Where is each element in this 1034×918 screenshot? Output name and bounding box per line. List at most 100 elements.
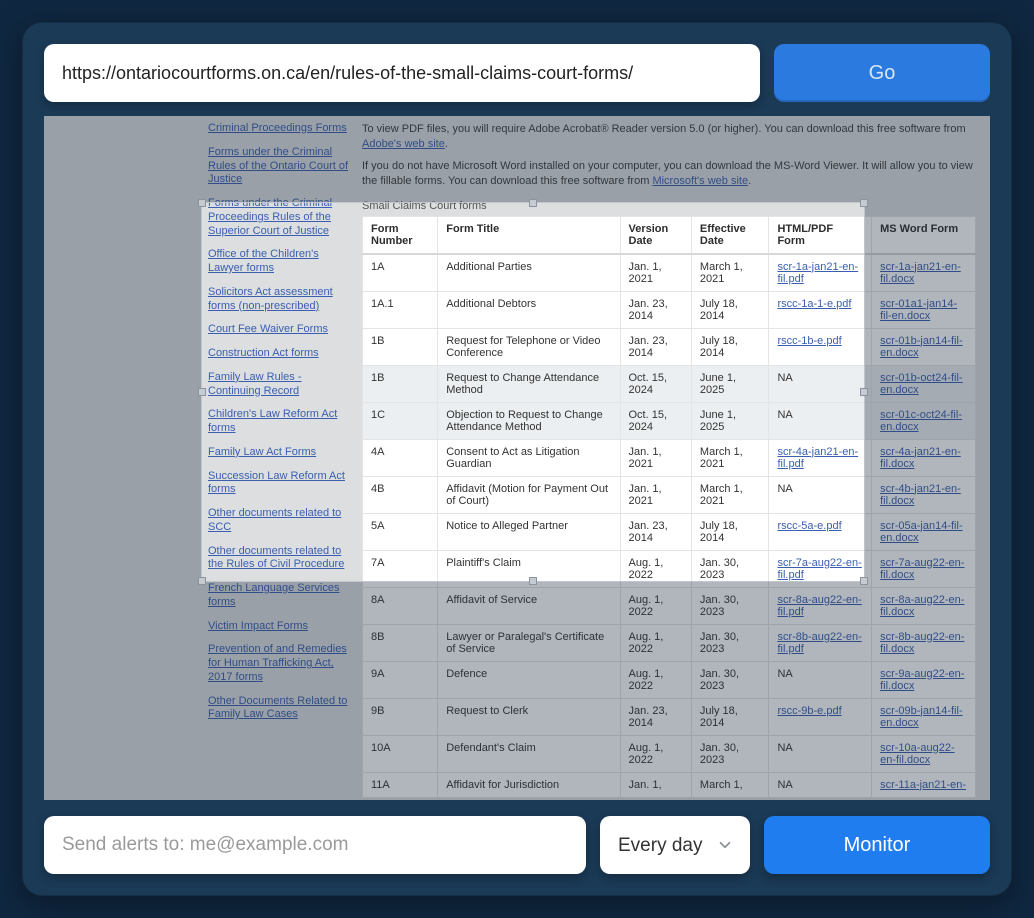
microsoft-link[interactable]: Microsoft's web site bbox=[652, 175, 748, 187]
word-link[interactable]: scr-01b-jan14-fil-en.docx bbox=[880, 335, 963, 359]
table-row: 4BAffidavit (Motion for Payment Out of C… bbox=[363, 476, 976, 513]
word-link[interactable]: scr-01a1-jan14-fil-en.docx bbox=[880, 298, 957, 322]
sidebar-link[interactable]: Children's Law Reform Act forms bbox=[208, 408, 348, 436]
table-row: 8AAffidavit of ServiceAug. 1, 2022Jan. 3… bbox=[363, 587, 976, 624]
word-link[interactable]: scr-10a-aug22-en-fil.docx bbox=[880, 742, 955, 766]
sidebar-link[interactable]: Family Law Rules - Continuing Record bbox=[208, 371, 348, 399]
cell-pdf: NA bbox=[769, 772, 872, 797]
cell-version-date: Aug. 1, 2022 bbox=[620, 661, 691, 698]
word-link[interactable]: scr-9a-aug22-en-fil.docx bbox=[880, 668, 964, 692]
adobe-link[interactable]: Adobe's web site bbox=[362, 138, 445, 150]
cell-form-title: Additional Parties bbox=[438, 254, 620, 292]
main-panel: Go Criminal Proceedings Forms Forms under… bbox=[22, 22, 1012, 896]
cell-form-number: 8A bbox=[363, 587, 438, 624]
cell-form-title: Additional Debtors bbox=[438, 291, 620, 328]
cell-pdf: rscc-1a-1-e.pdf bbox=[769, 291, 872, 328]
cell-effective-date: Jan. 30, 2023 bbox=[691, 735, 769, 772]
cell-effective-date: Jan. 30, 2023 bbox=[691, 624, 769, 661]
pdf-link[interactable]: rscc-5a-e.pdf bbox=[777, 520, 841, 532]
cell-form-number: 1B bbox=[363, 328, 438, 365]
sidebar-link[interactable]: Family Law Act Forms bbox=[208, 446, 348, 460]
word-link[interactable]: scr-05a-jan14-fil-en.docx bbox=[880, 520, 963, 544]
sidebar-link[interactable]: Other Documents Related to Family Law Ca… bbox=[208, 695, 348, 723]
cell-version-date: Aug. 1, 2022 bbox=[620, 550, 691, 587]
cell-effective-date: Jan. 30, 2023 bbox=[691, 550, 769, 587]
cell-form-number: 9A bbox=[363, 661, 438, 698]
cell-effective-date: June 1, 2025 bbox=[691, 365, 769, 402]
pdf-link[interactable]: rscc-1b-e.pdf bbox=[777, 335, 841, 347]
page-content[interactable]: Criminal Proceedings Forms Forms under th… bbox=[44, 116, 990, 800]
cell-word: scr-01c-oct24-fil-en.docx bbox=[872, 402, 976, 439]
cell-effective-date: March 1, 2021 bbox=[691, 254, 769, 292]
url-input[interactable] bbox=[44, 44, 760, 102]
word-link[interactable]: scr-7a-aug22-en-fil.docx bbox=[880, 557, 964, 581]
sidebar-link[interactable]: Office of the Children's Lawyer forms bbox=[208, 248, 348, 276]
word-link[interactable]: scr-8b-aug22-en-fil.docx bbox=[880, 631, 964, 655]
cell-pdf: NA bbox=[769, 365, 872, 402]
cell-form-title: Lawyer or Paralegal's Certificate of Ser… bbox=[438, 624, 620, 661]
word-link[interactable]: scr-4b-jan21-en-fil.docx bbox=[880, 483, 961, 507]
cell-form-title: Defence bbox=[438, 661, 620, 698]
pdf-link[interactable]: scr-8b-aug22-en-fil.pdf bbox=[777, 631, 861, 655]
cell-word: scr-4a-jan21-en-fil.docx bbox=[872, 439, 976, 476]
cell-word: scr-8b-aug22-en-fil.docx bbox=[872, 624, 976, 661]
pdf-link[interactable]: scr-1a-jan21-en-fil.pdf bbox=[777, 261, 858, 285]
cell-effective-date: Jan. 30, 2023 bbox=[691, 587, 769, 624]
sidebar-link[interactable]: Forms under the Criminal Rules of the On… bbox=[208, 146, 348, 187]
table-row: 1BRequest to Change Attendance MethodOct… bbox=[363, 365, 976, 402]
word-link[interactable]: scr-11a-jan21-en- bbox=[880, 779, 966, 791]
word-link[interactable]: scr-1a-jan21-en-fil.docx bbox=[880, 261, 961, 285]
table-row: 7APlaintiff's ClaimAug. 1, 2022Jan. 30, … bbox=[363, 550, 976, 587]
word-link[interactable]: scr-09b-jan14-fil-en.docx bbox=[880, 705, 963, 729]
cell-form-number: 1C bbox=[363, 402, 438, 439]
cell-word: scr-4b-jan21-en-fil.docx bbox=[872, 476, 976, 513]
sidebar-link[interactable]: Court Fee Waiver Forms bbox=[208, 323, 348, 337]
word-link[interactable]: scr-01b-oct24-fil-en.docx bbox=[880, 372, 963, 396]
sidebar-link[interactable]: Victim Impact Forms bbox=[208, 620, 348, 634]
forms-table: Form NumberForm TitleVersion DateEffecti… bbox=[362, 216, 976, 798]
cell-pdf: NA bbox=[769, 735, 872, 772]
pdf-link[interactable]: scr-4a-jan21-en-fil.pdf bbox=[777, 446, 858, 470]
sidebar-link[interactable]: Succession Law Reform Act forms bbox=[208, 470, 348, 498]
pdf-link[interactable]: scr-8a-aug22-en-fil.pdf bbox=[777, 594, 861, 618]
cell-form-title: Request to Clerk bbox=[438, 698, 620, 735]
cell-version-date: Jan. 1, 2021 bbox=[620, 476, 691, 513]
sidebar-link[interactable]: Solicitors Act assessment forms (non-pre… bbox=[208, 286, 348, 314]
page-viewport: Criminal Proceedings Forms Forms under th… bbox=[44, 116, 990, 800]
cell-version-date: Oct. 15, 2024 bbox=[620, 402, 691, 439]
sidebar-link[interactable]: Forms under the Criminal Proceedings Rul… bbox=[208, 197, 348, 238]
cell-form-number: 7A bbox=[363, 550, 438, 587]
frequency-select-wrap: Every day bbox=[600, 816, 750, 874]
cell-version-date: Jan. 23, 2014 bbox=[620, 513, 691, 550]
cell-form-title: Consent to Act as Litigation Guardian bbox=[438, 439, 620, 476]
cell-word: scr-8a-aug22-en-fil.docx bbox=[872, 587, 976, 624]
sidebar-link[interactable]: Construction Act forms bbox=[208, 347, 348, 361]
monitor-button[interactable]: Monitor bbox=[764, 816, 990, 874]
word-link[interactable]: scr-01c-oct24-fil-en.docx bbox=[880, 409, 962, 433]
alert-email-input[interactable] bbox=[44, 816, 586, 874]
cell-version-date: Oct. 15, 2024 bbox=[620, 365, 691, 402]
bottombar: Every day Monitor bbox=[22, 800, 1012, 896]
cell-form-title: Affidavit (Motion for Payment Out of Cou… bbox=[438, 476, 620, 513]
sidebar-link[interactable]: Prevention of and Remedies for Human Tra… bbox=[208, 643, 348, 684]
frequency-select[interactable]: Every day bbox=[600, 816, 750, 874]
intro-text-2: If you do not have Microsoft Word instal… bbox=[362, 159, 976, 190]
pdf-link[interactable]: scr-7a-aug22-en-fil.pdf bbox=[777, 557, 861, 581]
cell-form-title: Request to Change Attendance Method bbox=[438, 365, 620, 402]
cell-pdf: scr-8b-aug22-en-fil.pdf bbox=[769, 624, 872, 661]
sidebar-link[interactable]: French Language Services forms bbox=[208, 582, 348, 610]
sidebar-link[interactable]: Criminal Proceedings Forms bbox=[208, 122, 348, 136]
pdf-link[interactable]: rscc-9b-e.pdf bbox=[777, 705, 841, 717]
go-button[interactable]: Go bbox=[774, 44, 990, 102]
cell-pdf: NA bbox=[769, 402, 872, 439]
pdf-link[interactable]: rscc-1a-1-e.pdf bbox=[777, 298, 851, 310]
word-link[interactable]: scr-4a-jan21-en-fil.docx bbox=[880, 446, 961, 470]
cell-pdf: rscc-9b-e.pdf bbox=[769, 698, 872, 735]
word-link[interactable]: scr-8a-aug22-en-fil.docx bbox=[880, 594, 964, 618]
sidebar-link[interactable]: Other documents related to the Rules of … bbox=[208, 545, 348, 573]
cell-word: scr-9a-aug22-en-fil.docx bbox=[872, 661, 976, 698]
topbar: Go bbox=[22, 22, 1012, 116]
cell-pdf: rscc-5a-e.pdf bbox=[769, 513, 872, 550]
sidebar-link[interactable]: Other documents related to SCC bbox=[208, 507, 348, 535]
cell-pdf: rscc-1b-e.pdf bbox=[769, 328, 872, 365]
